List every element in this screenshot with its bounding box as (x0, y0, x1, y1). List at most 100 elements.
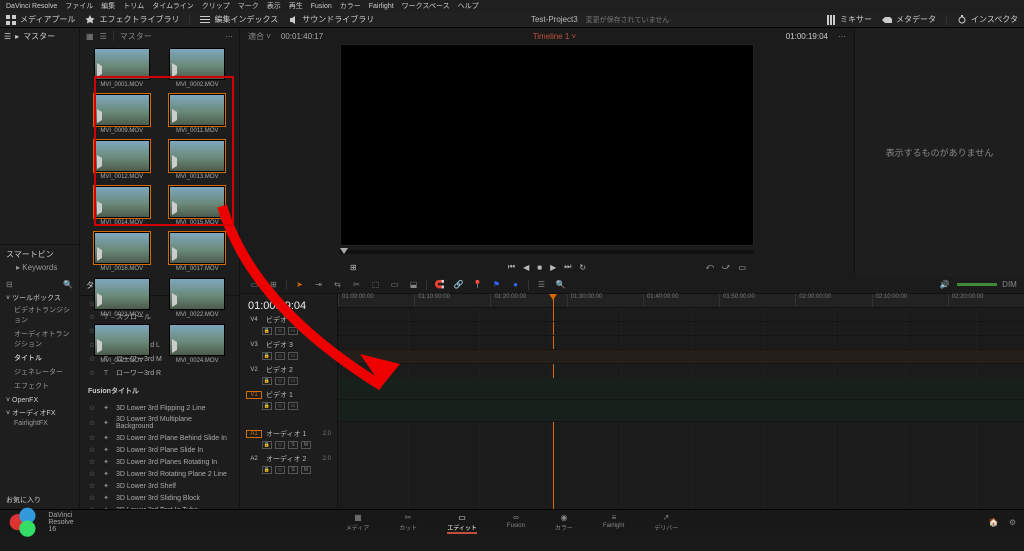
menu-マーク[interactable]: マーク (238, 1, 259, 11)
mark-out-icon[interactable]: ⤻ (721, 262, 730, 272)
sidebar-collapse-icon[interactable]: ⊟ (6, 280, 13, 289)
selection-tool-icon[interactable]: ➤ (293, 278, 306, 291)
timeline-ruler[interactable]: 01:00:00:0001:10:00:0001:20:00:0001:30:0… (338, 294, 1024, 308)
track-lock-icon[interactable]: 🔒 (262, 402, 272, 410)
media-search-icon[interactable]: ⋯ (225, 32, 233, 41)
clip-thumb[interactable]: MVI_0009.MOV (90, 94, 154, 134)
viewer-options-icon[interactable]: ⋯ (838, 32, 846, 41)
page-エディット[interactable]: ▭エディット (447, 512, 477, 534)
tl-zoom-icon[interactable]: 🔍 (554, 278, 567, 291)
clip-thumb[interactable]: MVI_0011.MOV (166, 94, 230, 134)
track-lock-icon[interactable]: 🔒 (262, 441, 272, 449)
video-track-header[interactable]: V2ビデオ 2 (244, 364, 333, 376)
clip-thumb[interactable]: MVI_0014.MOV (90, 186, 154, 226)
play-icon[interactable]: ▶ (550, 263, 556, 272)
trim-tool-icon[interactable]: ⇥ (312, 278, 325, 291)
first-frame-icon[interactable]: ⏮ (508, 262, 515, 272)
clip-thumb[interactable]: MVI_0012.MOV (90, 140, 154, 180)
media-bin-crumb[interactable]: マスター (120, 31, 152, 42)
track-lock-icon[interactable]: 🔒 (262, 466, 272, 474)
timeline-timecode[interactable]: 01:00:19:04 (244, 298, 333, 314)
menu-編集[interactable]: 編集 (101, 1, 115, 11)
track-visible-icon[interactable]: ▭ (288, 327, 298, 335)
clip-thumb[interactable]: MVI_0017.MOV (166, 232, 230, 272)
master-bin[interactable]: マスター (23, 31, 55, 42)
audio-transitions-item[interactable]: オーディオトランジション (6, 327, 73, 351)
track-disable-icon[interactable]: ◇ (275, 402, 285, 410)
bin-list-icon[interactable]: ☰ (4, 32, 11, 41)
page-Fairlight[interactable]: ≡Fairlight (603, 512, 624, 534)
page-メディア[interactable]: ▦メディア (346, 512, 370, 534)
inspector-toggle[interactable]: インスペクタ (957, 14, 1018, 25)
clip-thumb[interactable]: MVI_0015.MOV (166, 186, 230, 226)
menu-クリップ[interactable]: クリップ (202, 1, 230, 11)
title-preset[interactable]: ☆Tローワー3rd R (80, 366, 239, 380)
clip-thumb[interactable]: MVI_0023.MOV (90, 324, 154, 364)
bin-collapse-icon[interactable]: ▸ (15, 32, 19, 41)
sidebar-search-icon[interactable]: 🔍 (63, 280, 73, 289)
clip-thumb[interactable]: MVI_0001.MOV (90, 48, 154, 88)
timeline-name[interactable]: Timeline 1 ˅ (323, 32, 786, 41)
audio-track-header[interactable]: A2オーディオ 22.0 (244, 453, 333, 465)
clip-thumb[interactable]: MVI_0021.MOV (90, 278, 154, 318)
dynamic-trim-icon[interactable]: ⇆ (331, 278, 344, 291)
list-view-icon[interactable]: ☰ (100, 32, 107, 41)
fairlightfx-item[interactable]: FairlightFX (6, 418, 73, 429)
track-disable-icon[interactable]: ◇ (275, 327, 285, 335)
overwrite-clip-icon[interactable]: ▭ (388, 278, 401, 291)
menu-Fusion[interactable]: Fusion (311, 3, 332, 10)
mute-icon[interactable]: 🔊 (938, 278, 951, 291)
menu-タイムライン[interactable]: タイムライン (152, 1, 194, 11)
menu-ヘルプ[interactable]: ヘルプ (458, 1, 479, 11)
clip-thumb[interactable]: MVI_0024.MOV (166, 324, 230, 364)
keywords-bin[interactable]: ▸ Keywords (6, 260, 73, 272)
timeline-tracks-area[interactable]: 01:00:00:0001:10:00:0001:20:00:0001:30:0… (338, 294, 1024, 509)
edit-index-toggle[interactable]: 編集インデックス (200, 14, 278, 25)
volume-slider[interactable] (957, 283, 997, 286)
menu-Fairlight[interactable]: Fairlight (369, 3, 394, 10)
effects-item[interactable]: エフェクト (6, 379, 73, 393)
blade-tool-icon[interactable]: ✂ (350, 278, 363, 291)
track-mute-icon[interactable]: M (301, 466, 311, 474)
track-arm-icon[interactable]: ◇ (275, 466, 285, 474)
project-manager-icon[interactable]: 🏠 (989, 518, 999, 527)
menu-DaVinci Resolve[interactable]: DaVinci Resolve (6, 3, 57, 10)
track-lock-icon[interactable]: 🔒 (262, 377, 272, 385)
next-frame-icon[interactable]: ⏭ (564, 262, 571, 272)
fusion-title-preset[interactable]: ☆✦3D Lower 3rd Plane Behind Slide In (80, 432, 239, 444)
track-arm-icon[interactable]: ◇ (275, 441, 285, 449)
metadata-toggle[interactable]: メタデータ (882, 14, 936, 25)
audio-track-header[interactable]: A1オーディオ 12.0 (244, 428, 333, 440)
overwrite-clip-icon[interactable]: ▭ (738, 263, 746, 272)
snapping-icon[interactable]: 🧲 (433, 278, 446, 291)
mark-in-icon[interactable]: ⤺ (705, 262, 714, 272)
menu-ファイル[interactable]: ファイル (65, 1, 93, 11)
sound-library-toggle[interactable]: サウンドライブラリ (288, 14, 374, 25)
page-カット[interactable]: ✂カット (399, 512, 417, 534)
openfx-header[interactable]: ˅ OpenFX (6, 397, 73, 404)
track-solo-icon[interactable]: S (288, 466, 298, 474)
menu-ワークスペース[interactable]: ワークスペース (402, 1, 450, 11)
tl-more-icon[interactable]: ☰ (535, 278, 548, 291)
viewer-scrubber[interactable] (340, 250, 754, 254)
stop-icon[interactable]: ■ (537, 263, 542, 272)
mixer-toggle[interactable]: ミキサー (826, 14, 872, 25)
menu-再生[interactable]: 再生 (289, 1, 303, 11)
fusion-title-preset[interactable]: ☆✦3D Lower 3rd Multiplane Background (80, 414, 239, 432)
titles-item[interactable]: タイトル (6, 351, 73, 365)
track-disable-icon[interactable]: ◇ (275, 352, 285, 360)
tl-expand-icon[interactable]: ⊞ (267, 278, 280, 291)
track-visible-icon[interactable]: ▭ (288, 352, 298, 360)
track-lock-icon[interactable]: 🔒 (262, 352, 272, 360)
effects-library-toggle[interactable]: エフェクトライブラリ (85, 14, 179, 25)
match-frame-icon[interactable]: ⊞ (350, 263, 357, 272)
fusion-title-preset[interactable]: ☆✦3D Lower 3rd Rotating Plane 2 Line (80, 468, 239, 480)
video-transitions-item[interactable]: ビデオトランジション (6, 303, 73, 327)
fit-zoom[interactable]: 適合 ˅ (248, 31, 271, 42)
video-track-header[interactable]: V4ビデオ 4 (244, 314, 333, 326)
video-track-header[interactable]: V1ビデオ 1 (244, 389, 333, 401)
project-settings-icon[interactable]: ⚙ (1009, 518, 1016, 527)
replace-clip-icon[interactable]: ⬓ (407, 278, 420, 291)
fusion-title-preset[interactable]: ☆✦3D Lower 3rd Planes Rotating In (80, 456, 239, 468)
fusion-title-preset[interactable]: ☆✦3D Lower 3rd Shelf (80, 480, 239, 492)
